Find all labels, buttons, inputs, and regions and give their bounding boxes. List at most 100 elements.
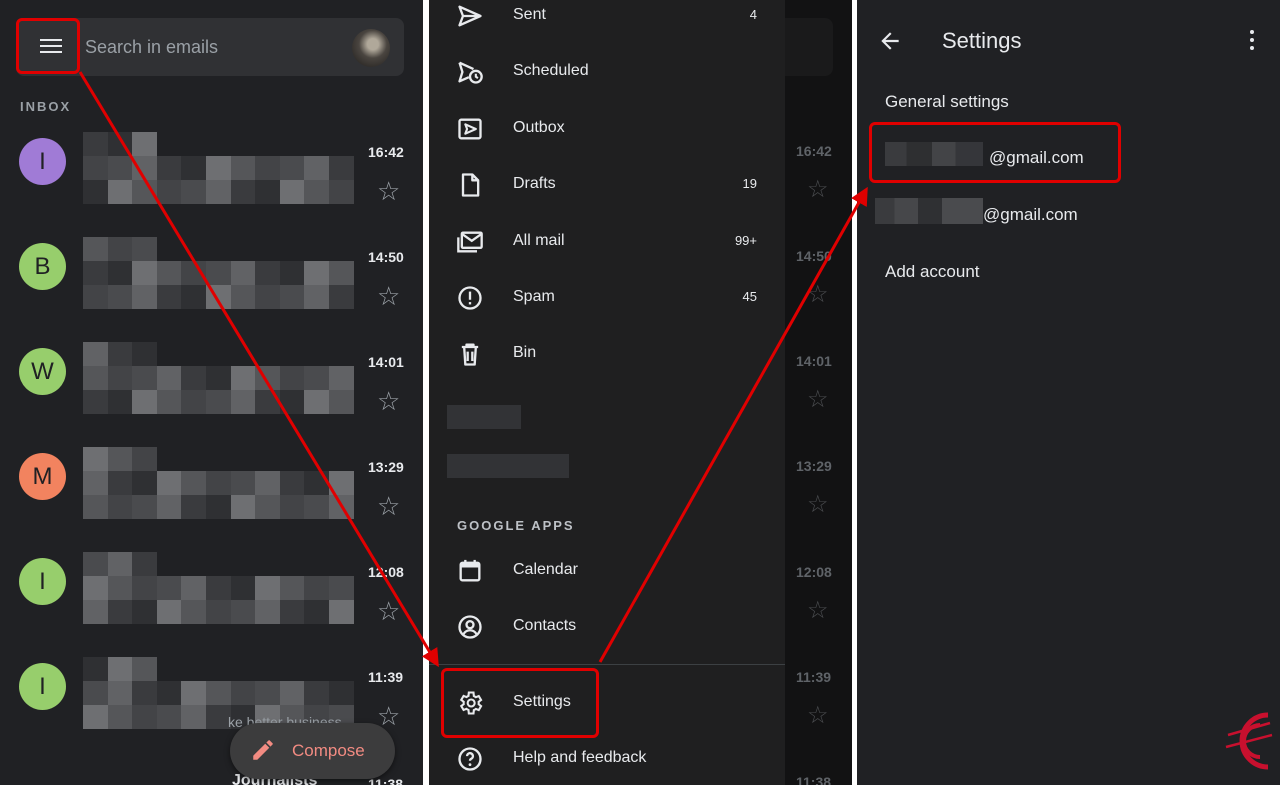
- redacted-block: [231, 657, 256, 681]
- redacted-block: [181, 237, 206, 261]
- redacted-block: [206, 576, 231, 600]
- redacted-block: [107, 366, 133, 390]
- redacted-block: [255, 342, 280, 366]
- redacted-block: [329, 180, 354, 204]
- spam-icon: [458, 286, 482, 310]
- dimmed-email-time: 13:29: [796, 458, 832, 474]
- redacted-block: [107, 261, 133, 285]
- nav-count: 4: [749, 7, 757, 22]
- nav-item-drafts[interactable]: Drafts 19: [429, 157, 785, 213]
- draft-icon: [461, 173, 480, 197]
- redacted-block: [156, 576, 182, 600]
- redacted-block: [206, 285, 231, 309]
- email-row[interactable]: W 14:01 ☆: [0, 342, 423, 453]
- redacted-block: [83, 156, 108, 180]
- general-settings-item[interactable]: General settings: [885, 92, 1009, 112]
- redacted-block: [181, 495, 207, 519]
- search-input[interactable]: Search in emails: [85, 37, 218, 58]
- redacted-block: [279, 471, 305, 495]
- nav-item-outbox[interactable]: Outbox: [429, 101, 785, 157]
- redacted-block: [255, 237, 280, 261]
- redacted-block: [156, 285, 182, 309]
- redacted-block: [83, 132, 108, 156]
- email-row[interactable]: M 13:29 ☆: [0, 447, 423, 558]
- redacted-block: [230, 681, 256, 705]
- redacted-block: [279, 681, 305, 705]
- compose-button[interactable]: Compose: [230, 723, 395, 779]
- highlight-menu-button: [16, 18, 80, 74]
- nav-label: Spam: [513, 288, 555, 305]
- redacted-block: [230, 285, 256, 309]
- redacted-block: [132, 681, 158, 705]
- nav-item-calendar[interactable]: Calendar: [429, 543, 785, 599]
- redacted-block: [279, 285, 305, 309]
- redacted-block: [157, 552, 182, 576]
- redacted-block: [279, 576, 305, 600]
- email-time: 12:08: [368, 564, 404, 580]
- redacted-block: [230, 495, 256, 519]
- email-time: 14:01: [368, 354, 404, 370]
- redacted-block: [230, 156, 256, 180]
- redacted-block: [304, 576, 330, 600]
- redacted-block: [107, 576, 133, 600]
- nav-item-sent[interactable]: Sent 4: [429, 0, 785, 44]
- redacted-block: [156, 156, 182, 180]
- redacted-block: [83, 447, 108, 471]
- redacted-block: [329, 576, 354, 600]
- star-icon[interactable]: ☆: [377, 178, 400, 204]
- redacted-block: [83, 657, 108, 681]
- email-row[interactable]: I 16:42 ☆: [0, 132, 423, 243]
- star-icon: ☆: [807, 597, 829, 624]
- star-icon[interactable]: ☆: [377, 598, 400, 624]
- nav-item-spam[interactable]: Spam 45: [429, 270, 785, 326]
- nav-count: 45: [742, 289, 757, 304]
- redacted-block: [304, 285, 330, 309]
- redacted-block: [230, 366, 256, 390]
- redacted-block: [156, 681, 182, 705]
- star-icon[interactable]: ☆: [377, 388, 400, 414]
- redacted-block: [255, 261, 281, 285]
- redacted-block: [329, 366, 354, 390]
- avatar[interactable]: [352, 29, 390, 67]
- redacted-block: [156, 180, 182, 204]
- dimmed-email-time: 12:08: [796, 564, 832, 580]
- nav-item-help[interactable]: Help and feedback: [429, 731, 785, 785]
- redacted-block: [230, 471, 256, 495]
- redacted-block: [132, 600, 158, 624]
- redacted-block: [255, 600, 281, 624]
- star-icon[interactable]: ☆: [377, 283, 400, 309]
- back-arrow-icon[interactable]: [877, 28, 903, 54]
- nav-label: All mail: [513, 232, 565, 249]
- redacted-block: [107, 285, 133, 309]
- redacted-block: [329, 237, 354, 261]
- more-options-icon[interactable]: [1249, 30, 1255, 52]
- redacted-block: [329, 471, 354, 495]
- nav-item-contacts[interactable]: Contacts: [429, 599, 785, 655]
- add-account-item[interactable]: Add account: [885, 262, 980, 282]
- redacted-block: [231, 132, 256, 156]
- email-row[interactable]: B 14:50 ☆: [0, 237, 423, 348]
- redacted-block: [279, 390, 305, 414]
- redacted-block: [83, 285, 108, 309]
- redacted-block: [206, 471, 231, 495]
- redacted-block: [329, 342, 354, 366]
- star-icon[interactable]: ☆: [377, 703, 400, 729]
- redacted-block: [230, 600, 256, 624]
- email-row[interactable]: I 12:08 ☆: [0, 552, 423, 663]
- nav-item-all-mail[interactable]: All mail 99+: [429, 214, 785, 270]
- redacted-block: [132, 471, 158, 495]
- redacted-block: [304, 447, 329, 471]
- star-icon[interactable]: ☆: [377, 493, 400, 519]
- star-icon: ☆: [807, 281, 829, 308]
- nav-label: Contacts: [513, 617, 577, 634]
- redacted-block: [255, 552, 280, 576]
- divider: [429, 664, 785, 665]
- redacted-block: [304, 390, 330, 414]
- redacted-block: [156, 471, 182, 495]
- nav-item-bin[interactable]: Bin: [429, 326, 785, 382]
- redacted-block: [230, 390, 256, 414]
- account-item-2[interactable]: @gmail.com: [875, 196, 1115, 230]
- redacted-block: [132, 447, 158, 471]
- redacted-block: [132, 342, 158, 366]
- nav-item-scheduled[interactable]: Scheduled: [429, 44, 785, 100]
